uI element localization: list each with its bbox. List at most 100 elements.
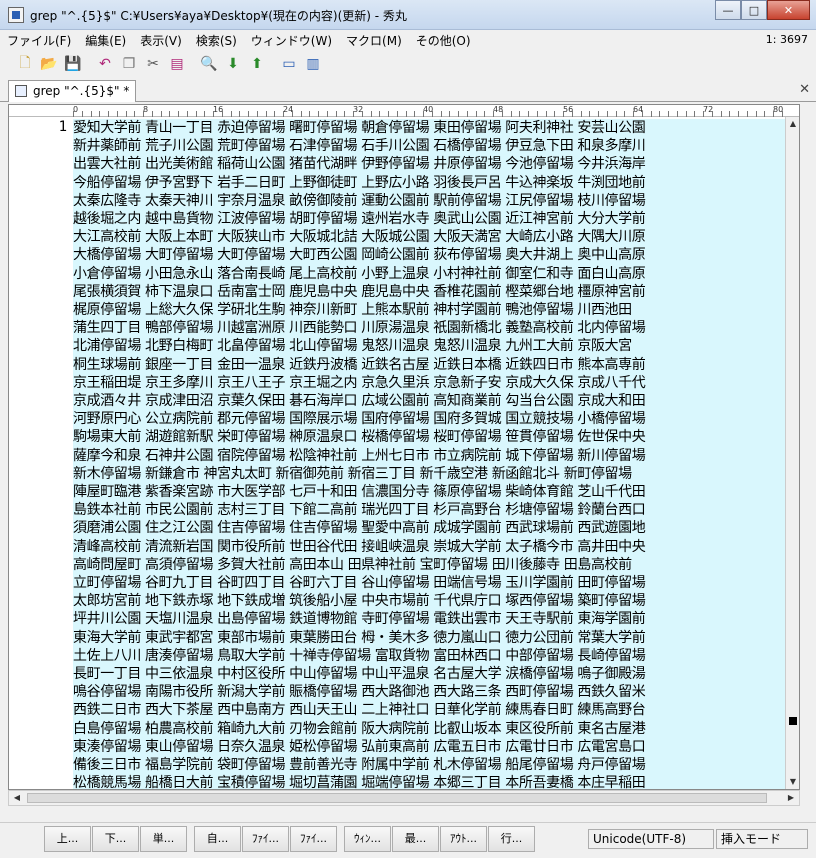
text-line[interactable]: 愛知大学前 青山一丁目 赤迫停留場 曙町停留場 朝倉停留場 東田停留場 阿夫利神… [73, 119, 791, 137]
ruler-tick [545, 111, 547, 117]
menu-file[interactable]: ファイル(F) [0, 32, 78, 49]
ruler-tick [668, 111, 669, 117]
text-line[interactable]: 坪井川公園 天塩川温泉 出島停留場 鉄道博物館 寺町停留場 電鉄出雲市 天王寺駅… [73, 610, 791, 628]
text-line[interactable]: 長町一丁目 中三依温泉 中村区役所 中山停留場 中山平温泉 名古屋大学 涙橋停留… [73, 665, 791, 683]
text-line[interactable]: 松橋競馬場 船橋日大前 宝積停留場 堀切菖蒲園 堀端停留場 本郷三丁目 本所吾妻… [73, 774, 791, 789]
text-line[interactable]: 小倉停留場 小田急永山 落合南長崎 尾上高校前 小野上温泉 小村神社前 御室仁和… [73, 265, 791, 283]
text-line[interactable]: 西鉄二日市 西大下茶屋 西中島南方 西山天王山 二上神社口 日華化学前 練馬春日… [73, 701, 791, 719]
paste-icon[interactable]: ▤ [166, 53, 188, 75]
close-button[interactable]: ✕ [767, 0, 810, 20]
ruler-tick [563, 111, 564, 117]
ruler-tick [729, 111, 731, 117]
maximize-button[interactable]: □ [741, 0, 767, 20]
fkey-10[interactable]: 行... [488, 825, 535, 852]
ruler-tick [764, 111, 766, 117]
text-line[interactable]: 出雲大社前 出光美術館 稲荷山公園 猪苗代湖畔 伊野停留場 井原停留場 今池停留… [73, 155, 791, 173]
text-line[interactable]: 新井薬師前 荒子川公園 荒町停留場 石津停留場 石手川公園 石橋停留場 伊豆急下… [73, 137, 791, 155]
text-line[interactable]: 東湊停留場 東山停留場 日奈久温泉 姫松停留場 弘前東高前 広電五日市 広電廿日… [73, 738, 791, 756]
list-icon[interactable]: ▥ [302, 53, 324, 75]
fkey-6[interactable]: ﾌｧｲ... [290, 825, 337, 852]
search-icon[interactable]: 🔍 [198, 53, 220, 75]
ruler-tick [221, 111, 223, 117]
fkey-9[interactable]: ｱｳﾄ... [440, 825, 487, 852]
ruler-tick [160, 111, 162, 117]
text-line[interactable]: 須磨浦公園 住之江公園 住吉停留場 住吉停留場 聖愛中高前 成城学園前 西武球場… [73, 519, 791, 537]
ruler-tick [606, 111, 608, 117]
copy-icon[interactable]: ❐ [118, 53, 140, 75]
encoding-status[interactable]: Unicode(UTF-8) [588, 829, 714, 849]
text-line[interactable]: 越後堀之内 越中島貨物 江波停留場 胡町停留場 遠州岩水寺 奥武山公園 近江神宮… [73, 210, 791, 228]
search-down-icon[interactable]: ⬇ [222, 53, 244, 75]
open-folder-icon[interactable]: 📂 [38, 53, 60, 75]
scroll-left-icon[interactable]: ◀ [9, 791, 25, 805]
ruler-tick [230, 111, 232, 117]
text-line[interactable]: 京成酒々井 京成津田沼 京葉久保田 碁石海岸口 広域公園前 高知商業前 勾当台公… [73, 392, 791, 410]
fkey-5[interactable]: ﾌｧｲ... [242, 825, 289, 852]
text-line[interactable]: 今船停留場 伊予宮野下 岩手二日町 上野御徒町 上野広小路 羽後長戸呂 牛込神楽… [73, 174, 791, 192]
ruler-tick [475, 111, 477, 117]
text-line[interactable]: 東海大学前 東武宇都宮 東部市場前 東葉勝田台 栂・美木多 徳力嵐山口 徳力公団… [73, 629, 791, 647]
menu-other[interactable]: その他(O) [409, 32, 478, 49]
text-line[interactable]: 蒲生四丁目 鴨部停留場 川越富洲原 川西能勢口 川原湯温泉 祇園新橋北 義塾高校… [73, 319, 791, 337]
ruler-tick [116, 111, 118, 117]
text-line[interactable]: 島鉄本社前 市民公園前 志村三丁目 下館二高前 瑞光四丁目 杉戸高野台 杉塘停留… [73, 501, 791, 519]
text-line[interactable]: 陣屋町臨港 紫香楽宮跡 市大医学部 七戸十和田 信濃国分寺 篠原停留場 柴崎体育… [73, 483, 791, 501]
fkey-2[interactable]: 下... [92, 825, 139, 852]
menu-search[interactable]: 検索(S) [189, 32, 244, 49]
text-line[interactable]: 河野原円心 公立病院前 郡元停留場 国際展示場 国府停留場 国府多賀城 国立競技… [73, 410, 791, 428]
search-up-icon[interactable]: ⬆ [246, 53, 268, 75]
window-icon[interactable]: ▭ [278, 53, 300, 75]
scroll-thumb[interactable] [789, 717, 797, 725]
scroll-right-icon[interactable]: ▶ [783, 791, 799, 805]
text-line[interactable]: 大橋停留場 大町停留場 大町停留場 大町西公園 岡崎公園前 荻布停留場 奥大井湖… [73, 246, 791, 264]
text-line[interactable]: 大江高校前 大阪上本町 大阪狭山市 大阪城北詰 大阪城公園 大阪天満宮 大崎広小… [73, 228, 791, 246]
vertical-scrollbar[interactable]: ▲ ▼ [785, 117, 799, 789]
text-line[interactable]: 薩摩今和泉 石神井公園 宿院停留場 松陰神社前 上州七日市 市立病院前 城下停留… [73, 447, 791, 465]
fkey-7[interactable]: ｳｨﾝ... [344, 825, 391, 852]
hscroll-thumb[interactable] [27, 793, 767, 803]
fkey-8[interactable]: 最... [392, 825, 439, 852]
text-line[interactable]: 土佐上八川 唐湊停留場 鳥取大学前 十禅寺停留場 富取貨物 富田林西口 中部停留… [73, 647, 791, 665]
tab-close-icon[interactable]: ✕ [799, 82, 810, 97]
menu-view[interactable]: 表示(V) [133, 32, 189, 49]
menu-edit[interactable]: 編集(E) [78, 32, 133, 49]
tab-grep-result[interactable]: grep "^.{5}$" * [8, 80, 137, 102]
editor[interactable]: 0 8 16 24 32 40 48 56 64 72 80 1 愛知大学前 青… [8, 104, 800, 790]
text-line[interactable]: 桐生球場前 銀座一丁目 金田一温泉 近鉄丹波橋 近鉄名古屋 近鉄日本橋 近鉄四日… [73, 356, 791, 374]
window-title: grep "^.{5}$" C:¥Users¥aya¥Desktop¥(現在の内… [30, 9, 407, 23]
ruler-tick [510, 111, 512, 117]
text-line[interactable]: 清峰高校前 清流新岩国 関市役所前 世田谷代田 接岨峡温泉 崇城大学前 太子橋今… [73, 538, 791, 556]
fkey-4[interactable]: 自... [194, 825, 241, 852]
insert-mode-status[interactable]: 挿入モード [716, 829, 808, 849]
text-line[interactable]: 尾張横須賀 柿下温泉口 岳南富士岡 鹿児島中央 鹿児島中央 香椎花園前 樫菜郷台… [73, 283, 791, 301]
ruler-tick [186, 111, 188, 117]
text-line[interactable]: 駒場東大前 湖遊館新駅 栄町停留場 榊原温泉口 桜橋停留場 桜町停留場 笹貫停留… [73, 428, 791, 446]
scroll-down-icon[interactable]: ▼ [786, 775, 799, 789]
scroll-up-icon[interactable]: ▲ [786, 117, 799, 131]
menu-macro[interactable]: マクロ(M) [339, 32, 409, 49]
cut-icon[interactable]: ✂ [142, 53, 164, 75]
text-line[interactable]: 白島停留場 柏農高校前 箱崎九大前 刃物会館前 阪大病院前 比叡山坂本 東区役所… [73, 720, 791, 738]
new-file-icon[interactable]: 🗋 [14, 53, 36, 75]
text-line[interactable]: 太郎坊宮前 地下鉄赤塚 地下鉄成増 筑後船小屋 中央市場前 千代県庁口 塚西停留… [73, 592, 791, 610]
text-line[interactable]: 高崎問屋町 高須停留場 多賀大社前 高田本山 田県神社前 宝町停留場 田川後藤寺… [73, 556, 791, 574]
menu-window[interactable]: ウィンドウ(W) [244, 32, 339, 49]
text-line[interactable]: 京王稲田堤 京王多摩川 京王八王子 京王堀之内 京急久里浜 京急新子安 京成大久… [73, 374, 791, 392]
fkey-1[interactable]: 上... [44, 825, 91, 852]
text-line[interactable]: 立町停留場 谷町九丁目 谷町四丁目 谷町六丁目 谷山停留場 田端信号場 玉川学園… [73, 574, 791, 592]
text-line[interactable]: 太秦広隆寺 太秦天神川 宇奈月温泉 畝傍御陵前 運動公園前 駅前停留場 江尻停留… [73, 192, 791, 210]
save-icon[interactable]: 💾 [62, 53, 84, 75]
ruler-tick [73, 111, 74, 117]
undo-icon[interactable]: ↶ [94, 53, 116, 75]
text-line[interactable]: 梶原停留場 上総大久保 学研北生駒 神奈川新町 上熊本駅前 神村学園前 鴨池停留… [73, 301, 791, 319]
text-line[interactable]: 北浦停留場 北野白梅町 北畠停留場 北山停留場 鬼怒川温泉 鬼怒川温泉 九州工大… [73, 337, 791, 355]
ruler-tick [431, 111, 433, 117]
fkey-3[interactable]: 単... [140, 825, 187, 852]
app-icon[interactable] [8, 7, 24, 23]
text-line[interactable]: 鳴谷停留場 南陽市役所 新潟大学前 賑橋停留場 西大路御池 西大路三条 西町停留… [73, 683, 791, 701]
text-line[interactable]: 備後三日市 福島学院前 袋町停留場 豊前善光寺 附属中学前 札木停留場 船尾停留… [73, 756, 791, 774]
text-area[interactable]: 愛知大学前 青山一丁目 赤迫停留場 曙町停留場 朝倉停留場 東田停留場 阿夫利神… [73, 119, 791, 789]
horizontal-scrollbar[interactable]: ◀ ▶ [8, 790, 800, 806]
minimize-button[interactable]: — [715, 0, 741, 20]
text-line[interactable]: 新木停留場 新鎌倉市 神宮丸太町 新宿御苑前 新宿三丁目 新千歳空港 新函館北斗… [73, 465, 791, 483]
